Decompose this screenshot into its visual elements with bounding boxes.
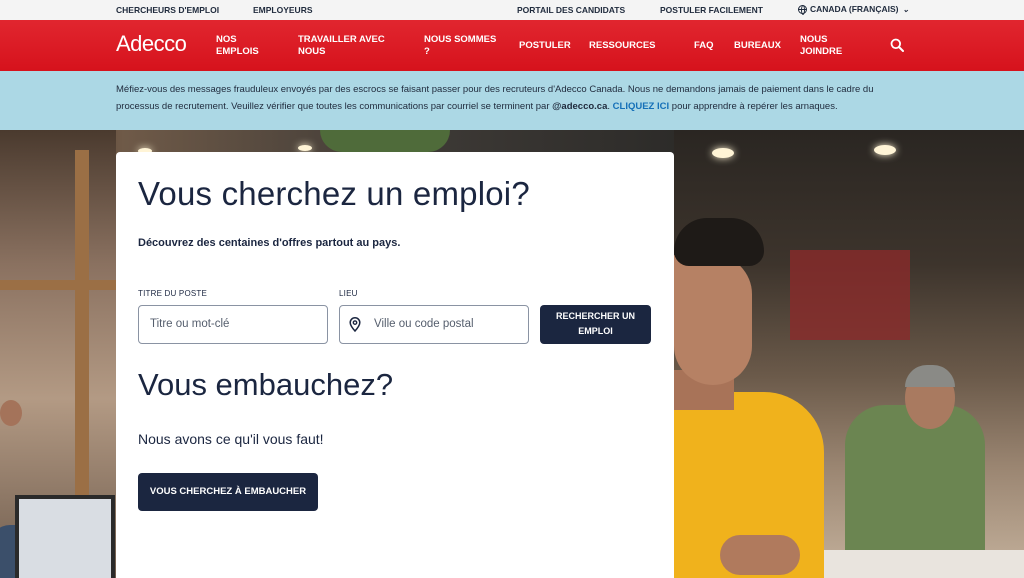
hero-woman-face	[674, 255, 752, 385]
location-pin-icon	[349, 317, 361, 332]
nav-offices[interactable]: BUREAUX	[734, 40, 781, 52]
hiring-button[interactable]: VOUS CHERCHEZ À EMBAUCHER	[138, 473, 318, 511]
hiring-text: Nous avons ce qu'il vous faut!	[138, 431, 324, 447]
ceiling-light	[874, 145, 896, 155]
nav-who-we-are[interactable]: NOUS SOMMES ?	[424, 34, 500, 58]
page-title: Vous cherchez un emploi?	[138, 175, 530, 212]
hero-red-wall	[790, 250, 910, 340]
hero-window-frame-horizontal	[0, 280, 116, 290]
globe-icon	[798, 4, 807, 15]
nav-faq[interactable]: FAQ	[694, 40, 714, 52]
hero-monitor	[15, 495, 115, 578]
fraud-alert-banner: Méfiez-vous des messages frauduleux envo…	[0, 71, 1024, 130]
page-subtitle: Découvrez des centaines d'offres partout…	[138, 237, 401, 249]
job-title-label: TITRE DU POSTE	[138, 289, 208, 298]
search-jobs-button[interactable]: RECHERCHER UN EMPLOI	[540, 305, 651, 344]
job-title-placeholder: Titre ou mot-clé	[150, 318, 230, 330]
alert-click-here-link[interactable]: CLIQUEZ ICI	[613, 101, 669, 112]
ceiling-light	[712, 148, 734, 158]
ceiling-light	[298, 145, 312, 151]
link-employers[interactable]: EMPLOYEURS	[253, 5, 313, 15]
country-selector[interactable]: CANADA (FRANÇAIS) ⌄	[798, 4, 910, 15]
hero-card: Vous cherchez un emploi? Découvrez des c…	[116, 152, 674, 578]
chevron-down-icon: ⌄	[902, 4, 910, 14]
search-icon[interactable]	[890, 38, 904, 52]
nav-resources[interactable]: RESSOURCES	[589, 40, 656, 52]
nav-apply[interactable]: POSTULER	[519, 40, 571, 52]
hero-woman-arm	[720, 535, 800, 575]
country-label: CANADA (FRANÇAIS)	[810, 4, 899, 14]
link-easy-apply[interactable]: POSTULER FACILEMENT	[660, 5, 763, 15]
adecco-logo[interactable]: Adecco	[116, 31, 187, 57]
hero-woman-hair	[674, 218, 764, 266]
utility-bar: CHERCHEURS D'EMPLOI EMPLOYEURS PORTAIL D…	[0, 0, 1024, 20]
hiring-title: Vous embauchez?	[138, 367, 394, 402]
main-nav: Adecco NOS EMPLOIS TRAVAILLER AVEC NOUS …	[0, 20, 1024, 71]
location-label: LIEU	[339, 289, 358, 298]
hero-man-right	[845, 405, 985, 565]
nav-work-with-us[interactable]: TRAVAILLER AVEC NOUS	[298, 34, 388, 58]
link-candidate-portal[interactable]: PORTAIL DES CANDIDATS	[517, 5, 625, 15]
nav-contact[interactable]: NOUS JOINDRE	[800, 34, 860, 58]
hero-desk	[815, 550, 1024, 578]
hero-plant	[320, 130, 450, 152]
alert-domain: @adecco.ca	[552, 101, 608, 112]
location-placeholder: Ville ou code postal	[374, 318, 474, 330]
link-job-seekers[interactable]: CHERCHEURS D'EMPLOI	[116, 5, 219, 15]
location-input[interactable]: Ville ou code postal	[339, 305, 529, 344]
hero-person-left-head	[0, 400, 22, 426]
job-title-input[interactable]: Titre ou mot-clé	[138, 305, 328, 344]
alert-text-end: pour apprendre à repérer les arnaques.	[669, 101, 838, 112]
nav-our-jobs[interactable]: NOS EMPLOIS	[216, 34, 276, 58]
